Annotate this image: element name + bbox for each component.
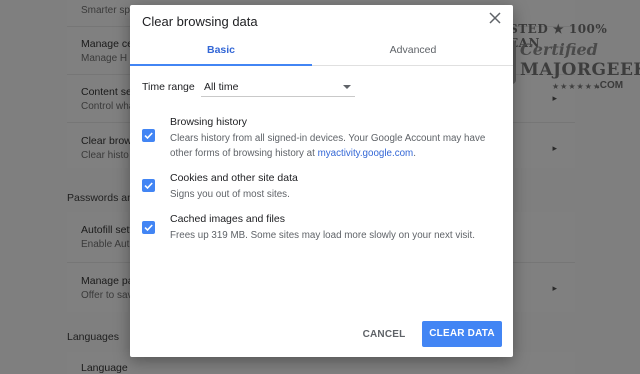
time-range-label: Time range <box>142 81 195 93</box>
bg-row-title: Autofill sett <box>81 224 133 236</box>
close-icon-glyph <box>489 12 501 24</box>
watermark-com-text: .COM <box>597 80 624 91</box>
cached-images-checkbox[interactable] <box>142 221 155 234</box>
bg-section-passwords: Passwords and <box>67 192 139 204</box>
time-range-value: All time <box>204 81 239 93</box>
bg-row-title: Manage ce <box>81 38 133 50</box>
bg-row-title: Manage pa <box>81 275 134 287</box>
option-browsing-history: Browsing history Clears history from all… <box>142 116 502 160</box>
bg-row-subtitle: Enable Aut <box>81 239 130 250</box>
bg-row-subtitle: Offer to sav <box>81 290 133 301</box>
clear-data-button[interactable]: CLEAR DATA <box>422 321 502 347</box>
watermark-majorgeeks-text: MAJORGEEKS <box>520 60 640 80</box>
option-title: Cached images and files <box>170 213 285 225</box>
dialog-title: Clear browsing data <box>142 14 258 29</box>
dropdown-arrow-icon <box>343 85 351 89</box>
bg-section-languages: Languages <box>67 331 119 343</box>
browsing-history-checkbox[interactable] <box>142 129 155 142</box>
bg-row-title: Content se <box>81 86 132 98</box>
bg-row-subtitle: Smarter sp <box>81 5 130 16</box>
checkmark-icon <box>144 182 153 190</box>
close-icon[interactable] <box>487 12 503 28</box>
cancel-button[interactable]: CANCEL <box>358 323 410 347</box>
option-description: Signs you out of most sites. <box>170 189 290 200</box>
chevron-right-icon: ▸ <box>552 143 557 153</box>
checkmark-icon <box>144 132 153 140</box>
option-cached-images: Cached images and files Frees up 319 MB.… <box>142 213 502 243</box>
watermark-stars: ★★★★★★ <box>552 82 602 91</box>
option-description-end: . <box>413 148 416 159</box>
watermark-certified-text: Certified <box>520 40 598 59</box>
bg-row-subtitle: Clear histo <box>81 150 129 161</box>
bg-row-subtitle: Manage H <box>81 53 128 64</box>
bg-row-title: Clear brows <box>81 135 138 147</box>
bg-row-subtitle: Control wha <box>81 101 135 112</box>
option-title: Cookies and other site data <box>170 172 298 184</box>
cookies-checkbox[interactable] <box>142 179 155 192</box>
option-description: Frees up 319 MB. Some sites may load mor… <box>170 230 475 241</box>
bg-row-title: Language <box>81 362 128 374</box>
myactivity-link[interactable]: myactivity.google.com <box>318 148 414 159</box>
time-range-select[interactable]: All time <box>201 76 355 97</box>
checkmark-icon <box>144 224 153 232</box>
option-title: Browsing history <box>170 116 248 128</box>
option-cookies: Cookies and other site data Signs you ou… <box>142 172 502 202</box>
tab-bar: Basic Advanced <box>130 39 513 66</box>
tab-advanced[interactable]: Advanced <box>322 39 504 66</box>
chevron-right-icon: ▸ <box>552 283 557 293</box>
clear-browsing-data-dialog: Clear browsing data Basic Advanced Time … <box>130 5 513 357</box>
option-description: Clears history from all signed-in device… <box>170 131 500 161</box>
tab-basic[interactable]: Basic <box>130 39 312 66</box>
